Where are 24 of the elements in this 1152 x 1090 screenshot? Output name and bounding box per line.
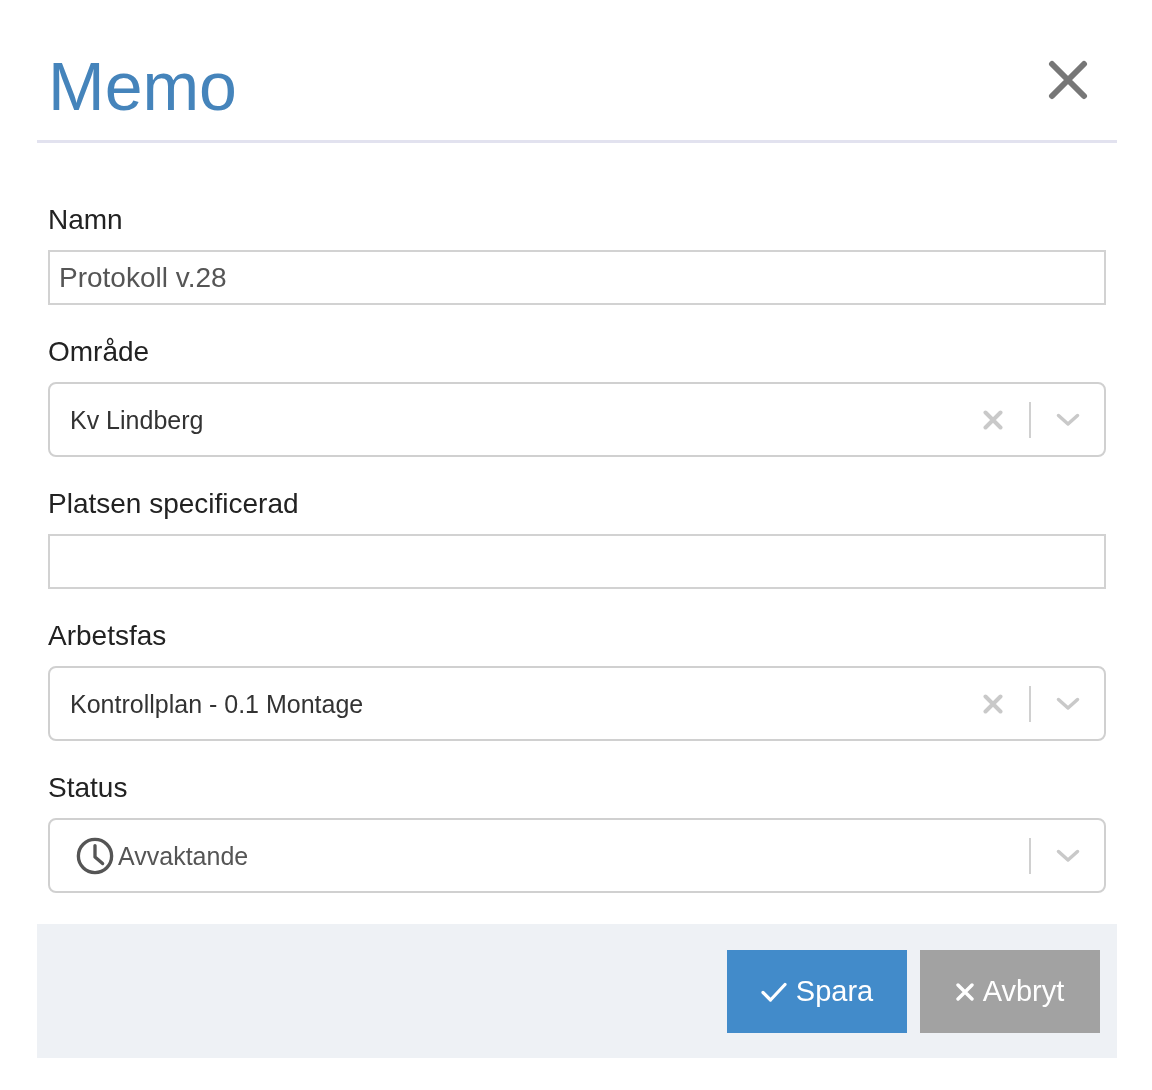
select-value: Kontrollplan - 0.1 Montage xyxy=(70,688,365,720)
text-input[interactable]: Protokoll v.28 xyxy=(48,250,1106,305)
select-field[interactable]: Kv Lindberg xyxy=(48,382,1106,457)
field-label: Område xyxy=(48,335,151,369)
chevron-down-icon[interactable] xyxy=(1056,848,1080,863)
save-button[interactable]: Spara xyxy=(727,950,907,1033)
select-value: Kv Lindberg xyxy=(70,404,205,436)
field-label: Namn xyxy=(48,203,124,237)
dialog-title: Memo xyxy=(48,47,237,126)
check-icon xyxy=(760,981,787,1002)
clear-icon[interactable] xyxy=(983,693,1003,714)
text-input[interactable] xyxy=(48,534,1106,589)
field-label: Arbetsfas xyxy=(48,619,168,653)
select-field[interactable]: Avvaktande xyxy=(48,818,1106,893)
clock-icon xyxy=(76,836,114,875)
close-icon[interactable] xyxy=(1048,60,1088,100)
cross-icon xyxy=(955,982,974,1001)
chevron-down-icon[interactable] xyxy=(1056,412,1080,427)
field-label: Status xyxy=(48,771,129,805)
chevron-down-icon[interactable] xyxy=(1056,696,1080,711)
clear-icon[interactable] xyxy=(983,409,1003,430)
field-label: Platsen specificerad xyxy=(48,487,300,521)
select-field[interactable]: Kontrollplan - 0.1 Montage xyxy=(48,666,1106,741)
select-value: Avvaktande xyxy=(118,840,250,872)
